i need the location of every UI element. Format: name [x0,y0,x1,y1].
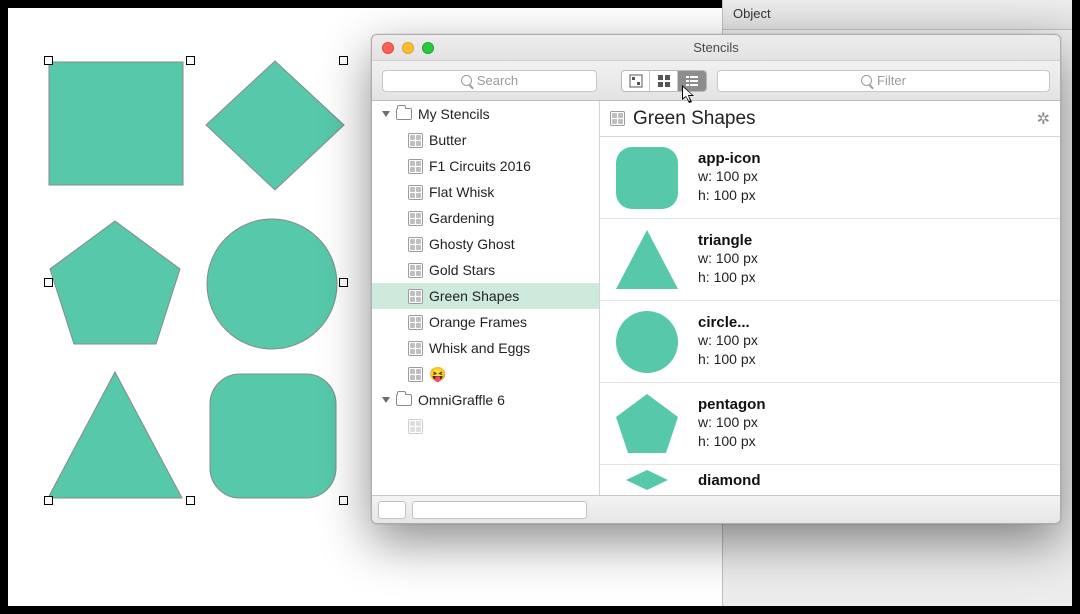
selection-handle[interactable] [186,496,195,505]
item-name: triangle [698,232,758,249]
search-icon [461,75,472,86]
stencil-icon [610,111,625,126]
item-h: h: 100 px [698,350,758,369]
stencil-icon [408,211,423,226]
disclosure-icon [382,397,390,403]
selection-handle[interactable] [339,496,348,505]
canvas-selector[interactable] [412,501,587,519]
stencil-icon [408,263,423,278]
view-mode-outline[interactable] [622,71,650,91]
zoom-control[interactable] [378,501,406,519]
list-item[interactable]: triangle w: 100 px h: 100 px [600,219,1060,301]
stencil-icon [408,159,423,174]
tree-item[interactable]: Gold Stars [372,257,599,283]
window-title: Stencils [372,40,1060,55]
selection-handle[interactable] [186,56,195,65]
stencil-icon [408,289,423,304]
tree-item[interactable]: Butter [372,127,599,153]
stencil-detail: Green Shapes ✲ app-icon w: 100 px h: 100… [600,101,1060,495]
thumb-pentagon [610,390,684,458]
item-h: h: 100 px [698,268,758,287]
tree-label: F1 Circuits 2016 [429,158,531,174]
tree-label: Orange Frames [429,314,527,330]
item-h: h: 100 px [698,432,766,451]
search-input[interactable]: Search [382,70,597,92]
search-icon [861,75,872,86]
search-placeholder: Search [477,73,518,88]
tree-item[interactable]: Orange Frames [372,309,599,335]
item-w: w: 100 px [698,413,766,432]
tree-group-my-stencils[interactable]: My Stencils [372,101,599,127]
stencil-icon [408,367,423,382]
disclosure-icon [382,111,390,117]
tree-label: My Stencils [418,106,490,122]
stencil-icon [408,315,423,330]
tree-label: Gardening [429,210,494,226]
thumb-rounded [610,144,684,212]
item-w: w: 100 px [698,249,758,268]
bottom-bar [372,495,1060,523]
item-name: pentagon [698,396,766,413]
tree-item[interactable]: Ghosty Ghost [372,231,599,257]
tree-item[interactable]: Whisk and Eggs [372,335,599,361]
tree-item[interactable] [372,413,599,439]
tree-group-omnigraffle[interactable]: OmniGraffle 6 [372,387,599,413]
selection-handle[interactable] [44,56,53,65]
list-item[interactable]: circle... w: 100 px h: 100 px [600,301,1060,383]
tree-label: OmniGraffle 6 [418,392,505,408]
stencil-icon [408,133,423,148]
item-name: app-icon [698,150,761,167]
tree-label: Whisk and Eggs [429,340,530,356]
view-mode-grid[interactable] [650,71,678,91]
stencil-tree: My Stencils Butter F1 Circuits 2016 Flat… [372,101,600,495]
tree-item[interactable]: Flat Whisk [372,179,599,205]
inspector-tab-label: Object [733,6,771,21]
toolbar: Search Filter [372,61,1060,101]
folder-icon [396,394,412,406]
titlebar[interactable]: Stencils [372,35,1060,61]
tree-label: Flat Whisk [429,184,494,200]
tree-label: Gold Stars [429,262,495,278]
view-mode-segmented [621,70,707,92]
filter-placeholder: Filter [877,73,906,88]
inspector-tab-object[interactable]: Object [722,0,1072,30]
filter-input[interactable]: Filter [717,70,1050,92]
detail-title: Green Shapes [633,108,1029,130]
list-item[interactable]: pentagon w: 100 px h: 100 px [600,383,1060,465]
tree-item[interactable]: F1 Circuits 2016 [372,153,599,179]
item-w: w: 100 px [698,167,761,186]
stencil-icon [408,341,423,356]
stencils-window: Stencils Search Filter [371,34,1061,524]
stencil-icon [408,419,423,434]
stencil-icon [408,185,423,200]
tree-label: Butter [429,132,466,148]
item-name: circle... [698,314,758,331]
tree-label: Ghosty Ghost [429,236,515,252]
item-w: w: 100 px [698,331,758,350]
tree-item-selected[interactable]: Green Shapes [372,283,599,309]
tree-item[interactable]: 😝 [372,361,599,387]
list-item[interactable]: app-icon w: 100 px h: 100 px [600,137,1060,219]
stencil-icon [408,237,423,252]
thumb-triangle [610,226,684,294]
tree-label: 😝 [429,366,446,383]
thumb-diamond [610,468,684,492]
stencil-item-list: app-icon w: 100 px h: 100 px triangle w:… [600,137,1060,495]
view-mode-list[interactable] [678,71,706,91]
tree-label: Green Shapes [429,288,519,304]
thumb-circle [610,308,684,376]
tree-item[interactable]: Gardening [372,205,599,231]
item-h: h: 100 px [698,186,761,205]
folder-icon [396,108,412,120]
list-item[interactable]: diamond [600,465,1060,495]
selection-handle[interactable] [339,56,348,65]
selection-handle[interactable] [339,278,348,287]
gear-icon[interactable]: ✲ [1037,109,1050,129]
selection-handle[interactable] [44,496,53,505]
item-name: diamond [698,472,761,489]
selection-handle[interactable] [44,278,53,287]
